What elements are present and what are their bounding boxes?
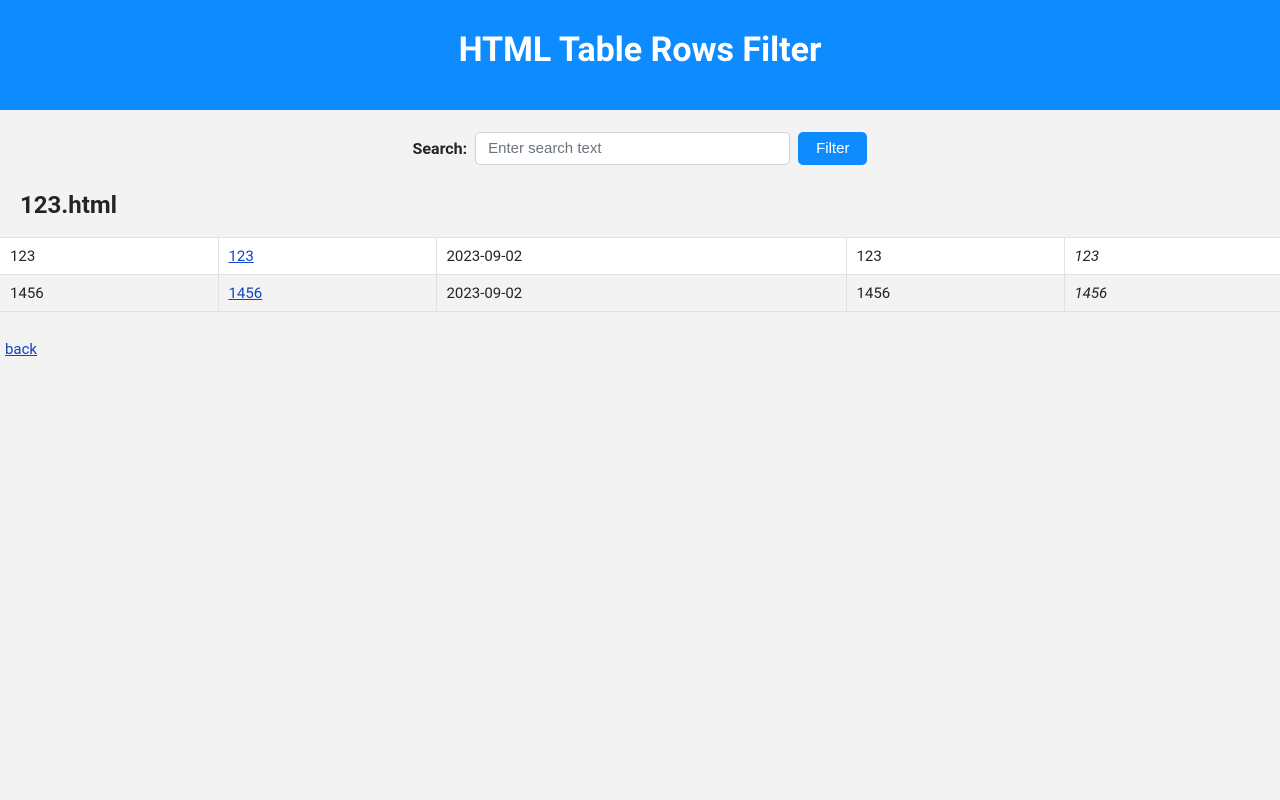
back-link[interactable]: back [5,340,37,358]
table-cell-link: 123 [218,238,436,275]
table-row: 1456 1456 2023-09-02 1456 1456 [0,275,1280,312]
table-cell-date: 2023-09-02 [436,275,846,312]
search-bar: Search: Filter [0,110,1280,183]
table-cell-italic: 123 [1064,238,1280,275]
table-cell: 1456 [846,275,1064,312]
search-input[interactable] [475,132,790,165]
table-cell-link: 1456 [218,275,436,312]
table-cell-italic: 1456 [1064,275,1280,312]
row-link[interactable]: 123 [229,247,254,265]
results-table: 123 123 2023-09-02 123 123 1456 1456 202… [0,237,1280,312]
table-cell: 123 [846,238,1064,275]
filter-button[interactable]: Filter [798,132,867,165]
page-title: HTML Table Rows Filter [0,30,1280,70]
row-link[interactable]: 1456 [229,284,263,302]
table-cell: 1456 [0,275,218,312]
table-row: 123 123 2023-09-02 123 123 [0,238,1280,275]
search-label: Search: [413,139,468,158]
page-header: HTML Table Rows Filter [0,0,1280,110]
table-cell-date: 2023-09-02 [436,238,846,275]
table-cell: 123 [0,238,218,275]
filename-heading: 123.html [0,183,1280,237]
